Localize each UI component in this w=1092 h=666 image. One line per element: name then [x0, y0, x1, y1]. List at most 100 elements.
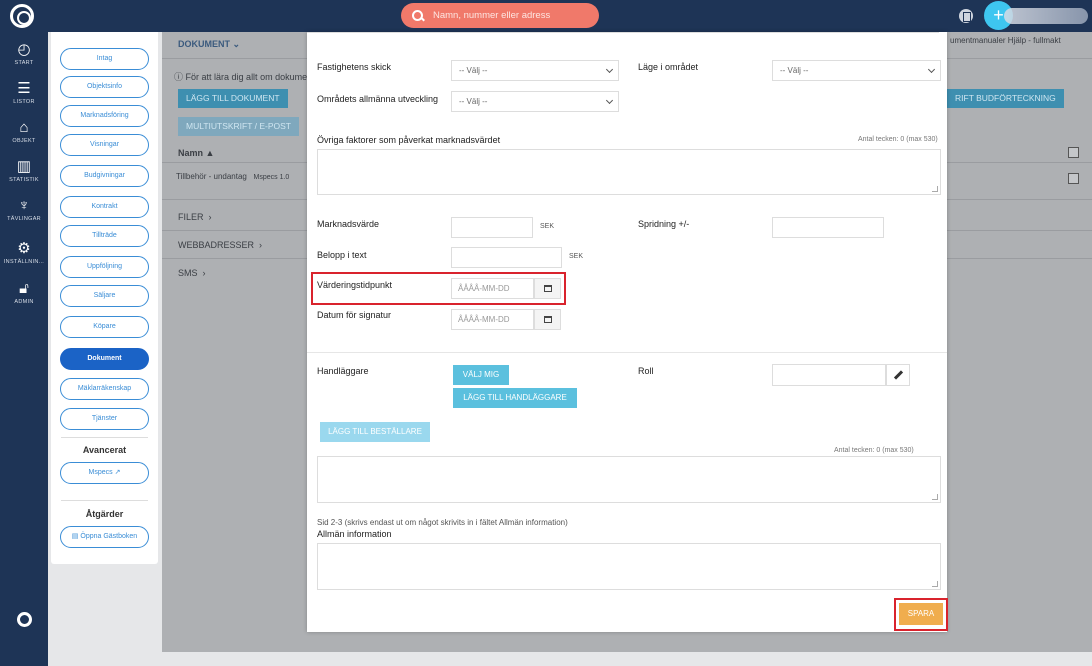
subnav-uppfoljning[interactable]: Uppföljning	[60, 256, 149, 278]
chevron-down-icon: ⌄	[232, 39, 241, 49]
nav-label: OBJEKT	[12, 138, 36, 144]
chevron-right-icon: ›	[259, 240, 263, 250]
resize-handle[interactable]	[932, 186, 938, 192]
other-factors-textarea[interactable]	[317, 149, 941, 195]
nav-label: LISTOR	[13, 99, 35, 105]
section-title: DOKUMENT ⌄	[178, 39, 240, 50]
nav-listor[interactable]: ☰ LISTOR	[0, 80, 48, 106]
area-development-label: Områdets allmänna utveckling	[317, 94, 439, 104]
search-icon	[411, 9, 425, 23]
signature-date-calendar-button[interactable]	[534, 309, 561, 330]
sms-section[interactable]: SMS ›	[178, 268, 206, 278]
subnav-dokument[interactable]: Dokument	[60, 348, 149, 370]
files-section[interactable]: FILER ›	[178, 212, 212, 222]
info-text: ⓘ För att lära dig allt om dokumen	[174, 70, 312, 83]
general-info-textarea[interactable]	[317, 543, 941, 590]
web-addresses-label: WEBBADRESSER	[178, 240, 255, 250]
nav-installningar[interactable]: ⚙ INSTÄLLNIN...	[0, 240, 48, 266]
chevron-down-icon	[605, 65, 614, 74]
web-addresses-section[interactable]: WEBBADRESSER ›	[178, 240, 262, 250]
subnav-budgivningar[interactable]: Budgivningar	[60, 165, 149, 187]
name-header-label: Namn	[178, 148, 204, 158]
print-bid-list-button[interactable]: RIFT BUDFÖRTECKNING	[947, 89, 1064, 108]
chevron-right-icon: ›	[202, 268, 206, 278]
calculator-icon[interactable]	[959, 9, 973, 23]
location-select[interactable]: -- Välj --	[772, 60, 941, 81]
select-all-checkbox[interactable]	[1068, 147, 1079, 158]
subnav-tjanster[interactable]: Tjänster	[60, 408, 149, 430]
speedometer-icon: ◴	[17, 41, 31, 58]
market-value-input[interactable]	[451, 217, 533, 238]
subnav-mspecs[interactable]: Mspecs ↗	[60, 462, 149, 484]
select-value: -- Välj --	[780, 66, 809, 75]
market-value-label: Marknadsvärde	[317, 219, 380, 229]
subnav-intag[interactable]: Intag	[60, 48, 149, 70]
nav-objekt[interactable]: ⌂ OBJEKT	[0, 120, 48, 145]
divider	[61, 437, 148, 438]
spread-input[interactable]	[772, 217, 884, 238]
bar-chart-icon: ▥	[16, 158, 32, 175]
document-meta: Mspecs 1.0	[253, 174, 290, 181]
name-column-header[interactable]: Namn ▲	[178, 148, 214, 158]
nav-admin[interactable]: 🔓︎ ADMIN	[0, 280, 48, 306]
open-guestbook-button[interactable]: ▤ Öppna Gästboken	[60, 526, 149, 548]
subnav-maklarrakenskap[interactable]: Mäklarräkenskap	[60, 378, 149, 400]
nav-label: START	[14, 60, 34, 66]
sort-asc-icon: ▲	[205, 148, 215, 158]
char-count: Antal tecken: 0 (max 530)	[858, 136, 938, 143]
role-input[interactable]	[772, 364, 886, 386]
signature-date-input[interactable]: ÅÅÅÅ-MM-DD	[451, 309, 534, 330]
list-icon: ☰	[17, 80, 31, 97]
highlight-valuation-date	[311, 272, 566, 305]
open-guestbook-label: Öppna Gästboken	[80, 533, 138, 540]
property-condition-select[interactable]: -- Välj --	[451, 60, 619, 81]
amount-text-label: Belopp i text	[317, 250, 367, 260]
resize-handle[interactable]	[932, 494, 938, 500]
modal-top-border	[307, 32, 939, 33]
files-label: FILER	[178, 212, 204, 222]
subnav-kopare[interactable]: Köpare	[60, 316, 149, 338]
row-checkbox[interactable]	[1068, 173, 1079, 184]
subnav-marknadsforing[interactable]: Marknadsföring	[60, 105, 149, 127]
choose-me-button[interactable]: VÄLJ MIG	[453, 365, 509, 385]
currency-unit: SEK	[569, 253, 584, 260]
subnav-tilltrade[interactable]: Tillträde	[60, 225, 149, 247]
add-orderer-button[interactable]: LÄGG TILL BESTÄLLARE	[320, 422, 430, 442]
edit-role-pencil-icon[interactable]	[886, 364, 910, 386]
app-logo-icon[interactable]	[10, 4, 34, 28]
area-development-select[interactable]: -- Välj --	[451, 91, 619, 112]
char-count: Antal tecken: 0 (max 530)	[834, 447, 914, 454]
nav-tavlingar[interactable]: ♆ TÄVLINGAR	[0, 197, 48, 223]
actions-heading: Åtgärder	[85, 509, 124, 519]
subnav-visningar[interactable]: Visningar	[60, 134, 149, 156]
document-row[interactable]: Tillbehör - undantag Mspecs 1.0	[176, 172, 289, 181]
advanced-heading: Avancerat	[82, 445, 127, 455]
help-lifebuoy-icon[interactable]	[17, 612, 32, 627]
calendar-icon	[544, 316, 552, 323]
lock-icon: 🔓︎	[19, 280, 29, 297]
select-value: -- Välj --	[459, 97, 488, 106]
amount-text-input[interactable]	[451, 247, 562, 268]
gear-icon: ⚙	[17, 240, 31, 257]
multi-print-button[interactable]: MULTIUTSKRIFT / E-POST	[178, 117, 299, 136]
section-title-text: DOKUMENT	[178, 39, 230, 49]
divider	[307, 352, 947, 353]
subnav-kontrakt[interactable]: Kontrakt	[60, 196, 149, 218]
nav-statistik[interactable]: ▥ STATISTIK	[0, 158, 48, 184]
orderer-notes-textarea[interactable]	[317, 456, 941, 503]
add-handler-button[interactable]: LÄGG TILL HANDLÄGGARE	[453, 388, 577, 408]
currency-unit: SEK	[540, 223, 555, 230]
trophy-icon: ♆	[18, 197, 30, 214]
resize-handle[interactable]	[932, 581, 938, 587]
book-icon: ▤	[71, 533, 79, 540]
search-input[interactable]: Namn, nummer eller adress	[401, 3, 599, 28]
other-factors-label: Övriga faktorer som påverkat marknadsvär…	[317, 135, 501, 145]
user-menu[interactable]	[1004, 8, 1088, 24]
nav-start[interactable]: ◴ START	[0, 41, 48, 67]
subnav-objektsinfo[interactable]: Objektsinfo	[60, 76, 149, 98]
add-document-button[interactable]: LÄGG TILL DOKUMENT	[178, 89, 288, 108]
general-info-label: Allmän information	[317, 529, 392, 539]
subnav-saljare[interactable]: Säljare	[60, 285, 149, 307]
info-text-label: För att lära dig allt om dokumen	[185, 72, 313, 82]
help-links[interactable]: umentmanualer Hjälp - fullmakt	[950, 36, 1061, 45]
